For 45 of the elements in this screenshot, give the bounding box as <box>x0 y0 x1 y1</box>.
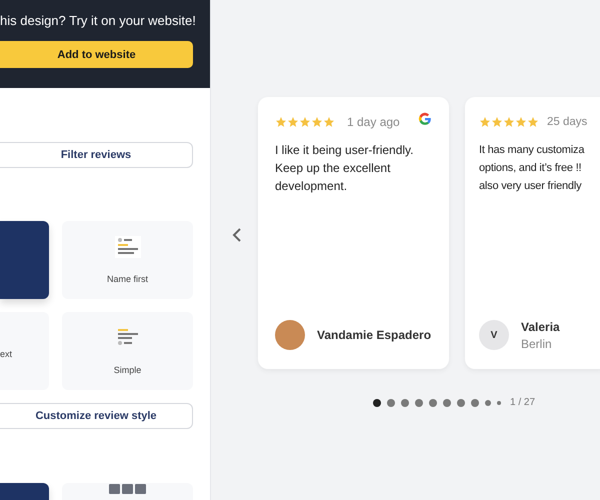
star-icon <box>287 116 299 128</box>
review-text-line: options, and it’s free !! <box>479 161 582 176</box>
grid-icon <box>108 484 146 494</box>
page-dot[interactable] <box>401 398 409 406</box>
review-text-line: Keep up the excellent <box>275 160 390 177</box>
page-count: 1 / 27 <box>510 397 536 408</box>
star-icon <box>515 116 527 128</box>
style-option[interactable]: ext <box>0 312 49 390</box>
star-icon <box>299 116 311 128</box>
star-icon <box>503 116 515 128</box>
star-icon <box>479 116 491 128</box>
reviewer-name: Valeria <box>521 320 560 334</box>
star-icon <box>275 116 287 128</box>
page-dot[interactable] <box>443 398 451 406</box>
page-dot[interactable] <box>471 398 479 406</box>
style-option[interactable]: Name first <box>62 221 193 299</box>
review-layout-icon <box>114 236 140 258</box>
style-label: Simple <box>114 365 142 375</box>
add-to-website-button[interactable]: Add to website <box>0 41 193 68</box>
page-dot[interactable] <box>415 398 423 406</box>
avatar-initial: V <box>479 320 509 350</box>
style-option[interactable]: Simple <box>62 312 193 390</box>
star-icon <box>323 116 335 128</box>
page-dot[interactable] <box>429 398 437 406</box>
review-text-line: also very user friendly <box>479 179 582 194</box>
review-text-line: I like it being user-friendly. <box>275 142 414 159</box>
star-icon <box>491 116 503 128</box>
review-text-line: development. <box>275 178 348 195</box>
page-dot[interactable] <box>373 398 381 406</box>
reviewer-name: Vandamie Espadero <box>317 328 432 342</box>
reviewer-location: Berlin <box>521 336 553 350</box>
page-dot[interactable] <box>485 400 491 406</box>
page-dot[interactable] <box>457 398 465 406</box>
customize-style-button[interactable]: Customize review style <box>0 403 193 429</box>
review-time: 1 day ago <box>347 115 400 129</box>
filter-reviews-button[interactable]: Filter reviews <box>0 142 193 168</box>
style-label: Name first <box>106 274 148 284</box>
page-dot[interactable] <box>387 398 395 406</box>
promo-text: his design? Try it on your website! <box>0 13 193 28</box>
review-text-line: It has many customiza <box>479 143 584 158</box>
review-time: 25 days <box>547 116 588 128</box>
page-dot[interactable] <box>497 400 501 404</box>
style-label: ext <box>0 349 12 359</box>
star-icon <box>527 116 539 128</box>
star-icon <box>311 116 323 128</box>
